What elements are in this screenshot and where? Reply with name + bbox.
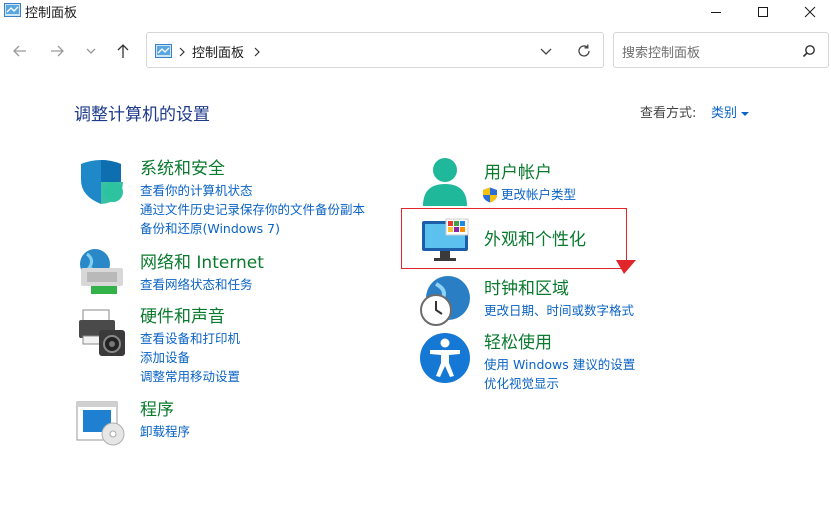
close-icon (804, 6, 816, 18)
user-accounts-title[interactable]: 用户帐户 (484, 158, 576, 183)
search-input[interactable]: 搜索控制面板 (622, 42, 700, 61)
recent-locations-button[interactable] (80, 40, 102, 62)
category-ease-of-access: 轻松使用 使用 Windows 建议的设置 优化视觉显示 (484, 328, 635, 393)
maximize-button[interactable] (740, 0, 786, 24)
minimize-icon (711, 12, 721, 13)
title-bar: 控制面板 (0, 0, 831, 24)
link-view-network-status[interactable]: 查看网络状态和任务 (140, 275, 264, 294)
programs-icon[interactable] (75, 398, 127, 446)
category-clock-region: 时钟和区域 更改日期、时间或数字格式 (484, 274, 634, 320)
category-network-internet: 网络和 Internet 查看网络状态和任务 (140, 248, 264, 294)
page-title: 调整计算机的设置 (74, 105, 210, 125)
link-add-device[interactable]: 添加设备 (140, 348, 240, 367)
highlight-box (401, 208, 627, 269)
category-hardware-sound: 硬件和声音 查看设备和打印机 添加设备 调整常用移动设置 (140, 302, 240, 386)
forward-button[interactable] (46, 40, 68, 62)
hardware-sound-title[interactable]: 硬件和声音 (140, 302, 240, 327)
caret-down-icon[interactable] (741, 111, 750, 117)
control-panel-icon (4, 3, 21, 17)
search-icon[interactable] (802, 44, 816, 58)
category-programs: 程序 卸载程序 (140, 395, 190, 441)
shield-icon[interactable] (77, 158, 125, 206)
ease-of-access-title[interactable]: 轻松使用 (484, 328, 635, 353)
navigation-bar: 控制面板 搜索控制面板 (0, 30, 831, 74)
chevron-down-icon (86, 48, 96, 54)
window-title: 控制面板 (25, 6, 78, 21)
breadcrumb-control-panel[interactable]: 控制面板 (192, 42, 244, 61)
refresh-icon[interactable] (576, 43, 592, 59)
chevron-right-icon[interactable] (253, 47, 261, 57)
programs-title[interactable]: 程序 (140, 395, 190, 420)
up-button[interactable] (112, 40, 134, 62)
chevron-down-icon[interactable] (539, 44, 553, 58)
printer-speaker-icon[interactable] (77, 308, 127, 358)
link-view-computer-status[interactable]: 查看你的计算机状态 (140, 181, 365, 200)
control-panel-icon (155, 44, 172, 58)
category-system-security: 系统和安全 查看你的计算机状态 通过文件历史记录保存你的文件备份副本 备份和还原… (140, 154, 365, 238)
link-devices-printers[interactable]: 查看设备和打印机 (140, 329, 240, 348)
link-change-date-time-format[interactable]: 更改日期、时间或数字格式 (484, 301, 634, 320)
clock-region-title[interactable]: 时钟和区域 (484, 274, 634, 299)
chevron-right-icon (179, 47, 185, 57)
link-mobility-settings[interactable]: 调整常用移动设置 (140, 367, 240, 386)
network-globe-icon[interactable] (77, 246, 127, 296)
arrow-right-icon (51, 45, 64, 57)
system-security-title[interactable]: 系统和安全 (140, 154, 365, 179)
link-backup-restore[interactable]: 备份和还原(Windows 7) (140, 219, 365, 238)
view-by-label: 查看方式: (640, 106, 697, 121)
search-box[interactable]: 搜索控制面板 (613, 32, 829, 68)
user-accounts-icon[interactable] (420, 156, 470, 208)
link-uninstall-program[interactable]: 卸载程序 (140, 422, 190, 441)
category-user-accounts: 用户帐户 更改帐户类型 (483, 158, 576, 204)
address-bar[interactable]: 控制面板 (146, 32, 604, 68)
maximize-icon (758, 7, 768, 17)
network-internet-title[interactable]: 网络和 Internet (140, 248, 264, 273)
view-by-value[interactable]: 类别 (711, 106, 737, 121)
view-by-dropdown[interactable]: 类别 (711, 102, 750, 121)
uac-shield-icon (483, 187, 497, 203)
link-file-history-backup[interactable]: 通过文件历史记录保存你的文件备份副本 (140, 200, 365, 219)
link-recommended-settings[interactable]: 使用 Windows 建议的设置 (484, 355, 635, 374)
back-button[interactable] (9, 40, 31, 62)
clock-globe-icon[interactable] (418, 274, 472, 328)
accessibility-icon[interactable] (419, 332, 471, 384)
minimize-button[interactable] (693, 0, 739, 24)
link-optimize-visual-display[interactable]: 优化视觉显示 (484, 374, 635, 393)
close-button[interactable] (787, 0, 831, 24)
arrow-up-icon (117, 44, 129, 58)
arrow-left-icon (13, 45, 26, 57)
